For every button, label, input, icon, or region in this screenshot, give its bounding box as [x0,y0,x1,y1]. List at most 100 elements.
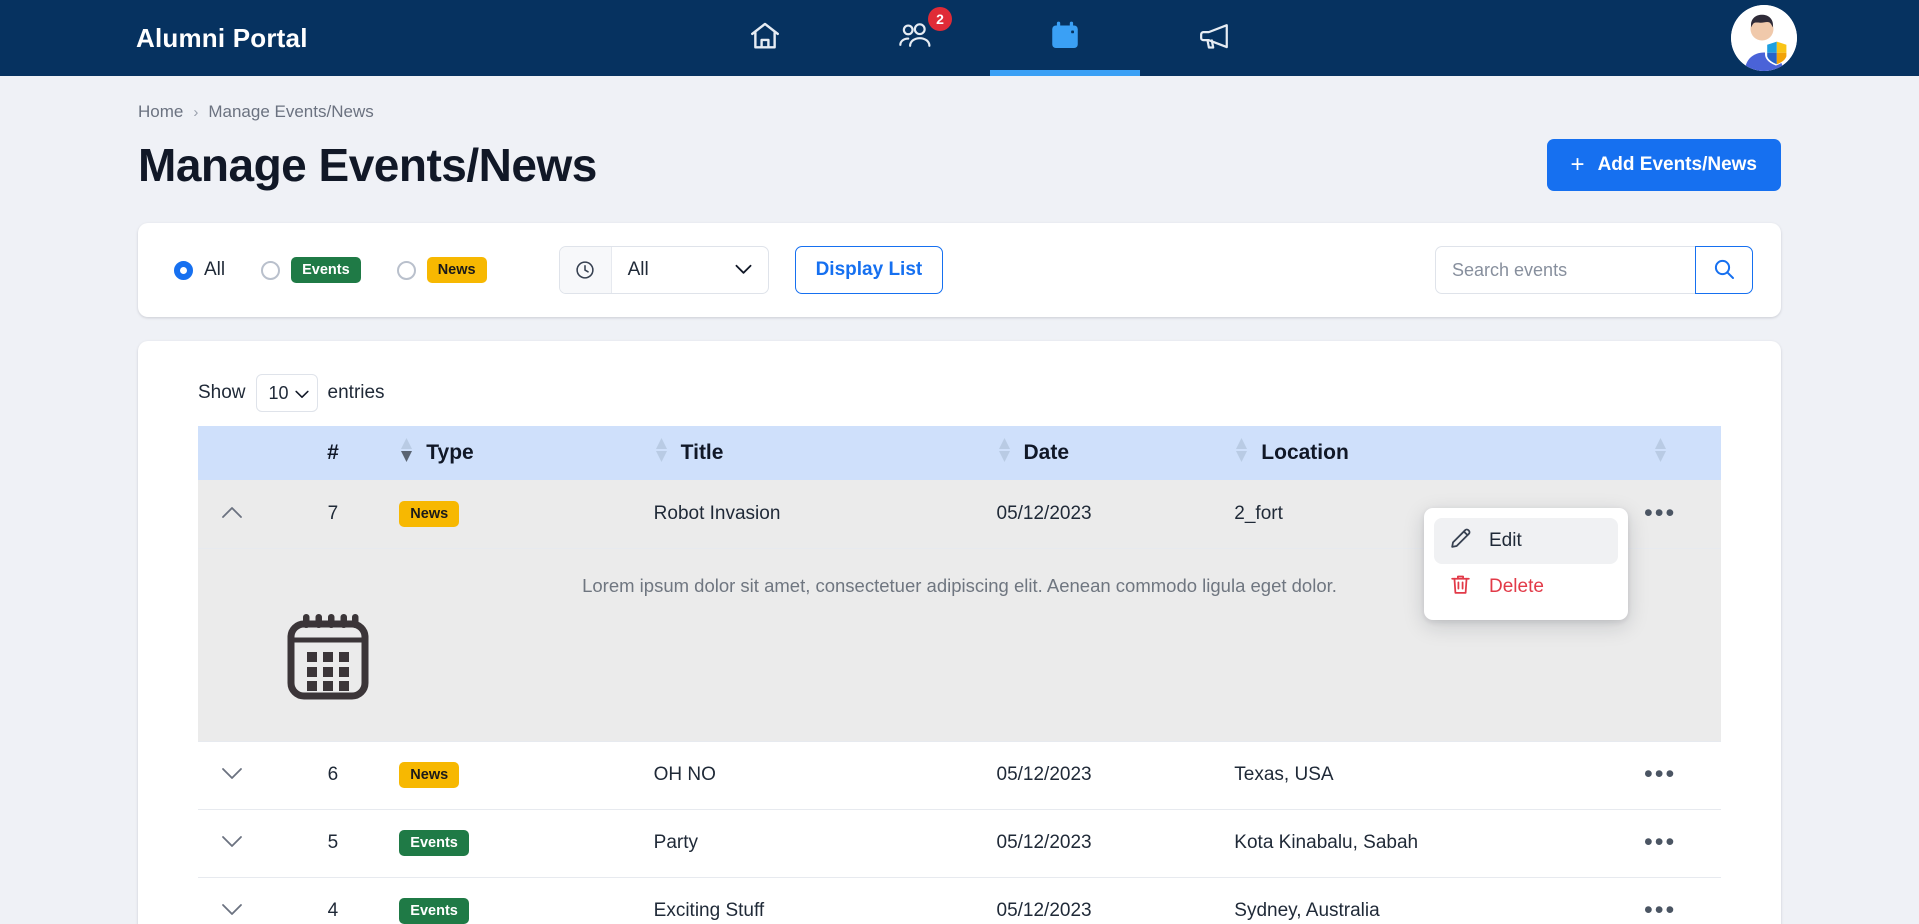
filter-radio-all[interactable]: All [174,259,225,281]
breadcrumb: Home › Manage Events/News [138,102,1919,122]
row-actions-cell[interactable]: ••• [1599,877,1721,924]
row-expander-cell[interactable] [198,480,267,549]
row-type-cell: Events [399,809,654,878]
type-filter-radio-group: All Events News [174,257,523,283]
row-date: 05/12/2023 [996,877,1235,924]
row-actions-cell[interactable]: ••• [1599,809,1721,878]
row-menu-icon[interactable]: ••• [1644,828,1676,856]
row-expander-cell[interactable] [198,809,267,878]
radio-all-indicator[interactable] [174,260,193,280]
display-list-button[interactable]: Display List [794,246,944,294]
show-entries-control: Show 10 entries [198,374,1781,412]
breadcrumb-home-link[interactable]: Home [138,102,183,122]
period-select[interactable]: All [558,246,769,294]
context-menu-edit-label: Edit [1489,530,1522,551]
sort-icon[interactable] [1234,435,1249,471]
context-menu-delete-label: Delete [1489,576,1544,597]
row-type-cell: News [399,480,654,549]
calendar-placeholder-icon [280,611,1721,713]
filter-toolbar: All Events News All Display List Search … [138,223,1781,317]
nav-item-home[interactable] [690,0,840,76]
row-type-cell: News [399,741,654,810]
table-row[interactable]: 4 Events Exciting Stuff 05/12/2023 Sydne… [198,877,1721,924]
search-button[interactable] [1695,246,1753,294]
row-expander-cell[interactable] [198,741,267,810]
nav-item-announcements[interactable] [1140,0,1290,76]
filter-events-badge: Events [291,257,361,283]
sort-icon[interactable] [654,435,669,471]
app-brand: Alumni Portal [136,22,308,53]
home-icon [748,19,782,58]
th-date-label: Date [1023,441,1070,464]
th-date[interactable]: Date [997,426,1235,480]
th-location[interactable]: Location [1234,426,1599,480]
add-events-news-button[interactable]: + Add Events/News [1546,139,1781,191]
plus-icon: + [1570,151,1585,178]
th-type[interactable]: Type [399,426,653,480]
search-icon [1712,257,1736,284]
table-header-row: # Type Title Date Location [198,426,1721,480]
breadcrumb-current: Manage Events/News [208,102,374,121]
nav-item-events[interactable] [990,0,1140,76]
megaphone-icon [1197,19,1233,58]
table-head: # Type Title Date Location [198,426,1721,480]
members-badge-count: 2 [928,7,952,31]
row-date: 05/12/2023 [996,809,1235,878]
th-num[interactable]: # [267,426,400,480]
th-title[interactable]: Title [654,426,997,480]
period-select-main[interactable]: All [612,247,768,293]
row-number: 4 [266,877,400,924]
row-menu-icon[interactable]: ••• [1644,896,1676,924]
filter-news-badge: News [426,257,487,283]
th-type-label: Type [426,441,474,464]
table-row[interactable]: 5 Events Party 05/12/2023 Kota Kinabalu,… [198,809,1721,878]
page-content: Home › Manage Events/News Manage Events/… [0,102,1919,924]
row-actions-cell[interactable]: ••• [1599,741,1721,810]
row-menu-icon[interactable]: ••• [1644,499,1676,527]
add-events-news-label: Add Events/News [1597,154,1757,175]
filter-radio-events[interactable]: Events [261,257,361,283]
table-row[interactable]: 6 News OH NO 05/12/2023 Texas, USA ••• [198,741,1721,810]
events-table-card: Show 10 entries # Type Title Date Locati… [138,341,1781,924]
sort-desc-icon[interactable] [399,435,414,471]
row-title: OH NO [653,741,997,810]
type-badge: Events [399,830,469,856]
search-input[interactable] [1435,246,1695,294]
radio-events-indicator[interactable] [261,260,281,280]
nav-item-members[interactable]: 2 [840,0,990,76]
context-menu-delete[interactable]: Delete [1434,564,1618,610]
nav-icon-group: 2 [690,0,1290,76]
th-expander [198,426,267,480]
chevron-down-icon[interactable] [221,832,243,854]
period-select-value: All [627,259,649,280]
sort-icon[interactable] [997,435,1012,471]
row-number: 6 [266,741,400,810]
row-context-menu: Edit Delete [1424,508,1628,620]
show-label: Show [198,382,246,403]
chevron-down-icon[interactable] [221,900,243,922]
page-title: Manage Events/News [138,139,597,191]
row-number: 5 [266,809,400,878]
sort-icon[interactable] [1653,435,1668,471]
avatar[interactable] [1731,5,1797,71]
chevron-down-icon [294,383,309,404]
row-location: Kota Kinabalu, Sabah [1234,809,1600,878]
radio-news-indicator[interactable] [396,260,416,280]
context-menu-edit[interactable]: Edit [1434,518,1618,564]
row-expander-cell[interactable] [198,877,267,924]
row-date: 05/12/2023 [996,741,1235,810]
row-menu-icon[interactable]: ••• [1644,760,1676,788]
chevron-down-icon[interactable] [221,764,243,786]
th-num-label: # [327,441,339,464]
clock-icon [559,247,612,293]
filter-radio-news[interactable]: News [396,257,487,283]
row-type-cell: Events [399,877,654,924]
calendar-icon [1047,18,1083,59]
type-badge: News [399,500,460,527]
th-actions[interactable] [1599,426,1721,480]
row-number: 7 [266,480,400,549]
row-title: Party [653,809,997,878]
filter-all-label: All [204,259,226,280]
chevron-up-icon[interactable] [221,503,243,525]
page-size-select[interactable]: 10 [255,374,318,412]
